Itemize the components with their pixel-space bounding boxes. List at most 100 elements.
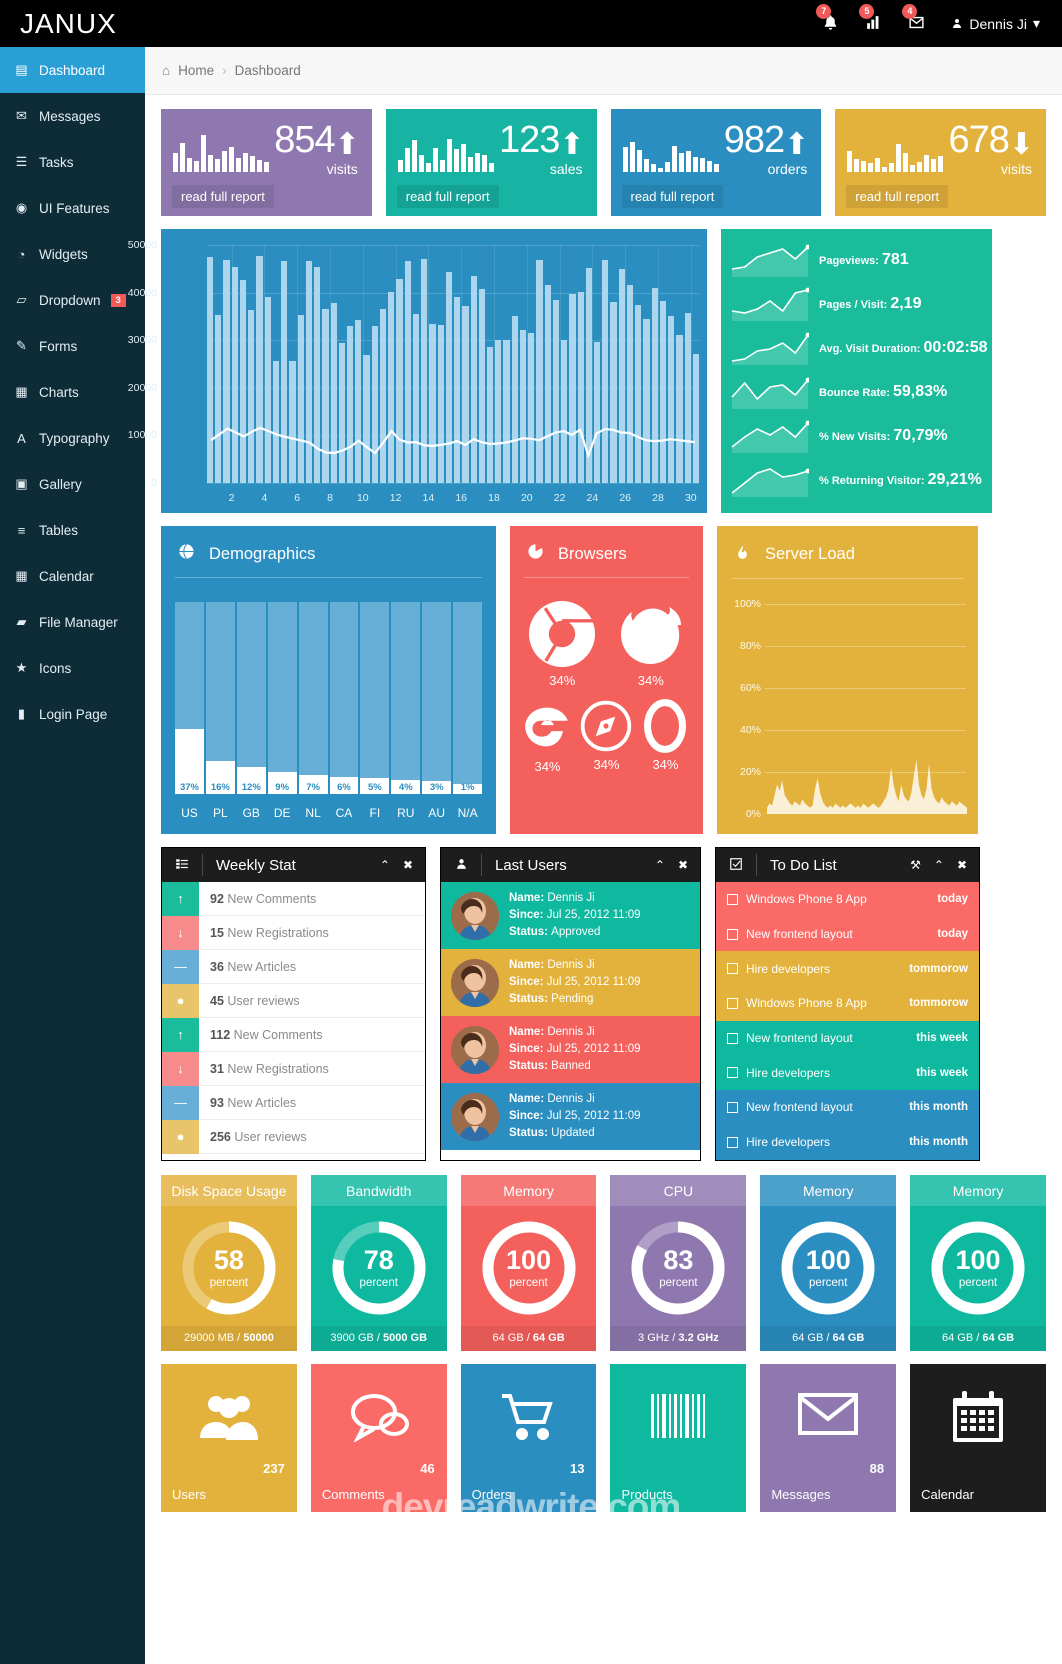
browser-item[interactable]: 34%	[518, 598, 607, 688]
user-name: Dennis Ji	[969, 15, 1027, 32]
server-load-chart: 0% 20% 40% 60% 80% 100%	[729, 598, 967, 824]
chart-badge: 5	[859, 3, 875, 19]
todo-row[interactable]: Hire developers tommorow	[716, 951, 979, 987]
last-user-row[interactable]: Name: Dennis Ji Since: Jul 25, 2012 11:09…	[441, 949, 700, 1016]
demographics-value: 7%	[306, 782, 320, 793]
breadcrumb-home[interactable]: Home	[178, 63, 214, 78]
tile-users[interactable]: 237 Users	[161, 1363, 297, 1512]
site-stat-text: % New Visits: 70,79%	[819, 427, 948, 445]
sidebar-item-dropdown[interactable]: ▱ Dropdown 3	[0, 277, 145, 323]
server-load-title: Server Load	[765, 545, 855, 563]
weekly-stat-label: User reviews	[223, 993, 300, 1008]
last-user-details: Name: Dennis Ji Since: Jul 25, 2012 11:09…	[509, 1024, 641, 1074]
tile-comments[interactable]: 46 Comments	[310, 1363, 447, 1512]
read-full-report-link[interactable]: read full report	[172, 185, 274, 208]
todo-list-header: To Do List ⚒ ⌃ ✖	[716, 848, 979, 882]
read-full-report-link[interactable]: read full report	[621, 185, 724, 208]
user-menu[interactable]: Dennis Ji ▾	[951, 15, 1040, 32]
collapse-icon[interactable]: ⌃	[380, 858, 390, 872]
weekly-stat-count: 31	[210, 1061, 224, 1076]
stat-value: 854	[274, 118, 335, 161]
sidebar-item-file-manager[interactable]: ▰ File Manager	[0, 599, 145, 645]
last-users-widget: Last Users ⌃ ✖ Name: Dennis Ji Since: Jul…	[440, 847, 701, 1161]
stat-card-sales-1[interactable]: 123⬆ sales read full report	[385, 109, 597, 216]
todo-row[interactable]: Hire developers this week	[716, 1055, 979, 1091]
todo-row[interactable]: New frontend layout today	[716, 916, 979, 952]
tile-products[interactable]: Products	[610, 1363, 747, 1512]
envelope-icon[interactable]: 4	[902, 3, 925, 34]
close-icon[interactable]: ✖	[957, 858, 967, 872]
sidebar-item-tables[interactable]: ≡ Tables	[0, 507, 145, 553]
widget-row: Weekly Stat ⌃ ✖ ↑ 92 New Comments ↓ 15 New …	[161, 847, 1046, 1161]
read-full-report-link[interactable]: read full report	[846, 185, 949, 208]
browser-item[interactable]: 34%	[518, 698, 577, 774]
browser-item[interactable]: 34%	[607, 598, 696, 688]
tile-calendar[interactable]: Calendar	[910, 1363, 1046, 1512]
demographics-bar: 37%	[175, 602, 204, 794]
sidebar-item-login-page[interactable]: ▮ Login Page	[0, 691, 145, 737]
sidebar-item-widgets[interactable]: ◔ Widgets	[0, 231, 145, 277]
todo-checkbox[interactable]	[727, 963, 738, 975]
avatar	[451, 891, 499, 940]
weekly-stat-text: 15 New Registrations	[199, 926, 329, 940]
read-full-report-link[interactable]: read full report	[396, 185, 499, 208]
chart-icon[interactable]: 5	[859, 3, 882, 34]
stat-card-orders-2[interactable]: 982⬆ orders read full report	[610, 109, 822, 216]
gauge-value: 78	[363, 1244, 394, 1275]
last-user-row[interactable]: Name: Dennis Ji Since: Jul 25, 2012 11:09…	[441, 1016, 700, 1083]
last-user-row[interactable]: Name: Dennis Ji Since: Jul 25, 2012 11:09…	[441, 882, 700, 949]
todo-checkbox[interactable]	[727, 928, 738, 940]
collapse-icon[interactable]: ⌃	[934, 858, 944, 872]
sparkline	[173, 124, 269, 172]
todo-checkbox[interactable]	[727, 1032, 738, 1044]
todo-row[interactable]: Windows Phone 8 App tommorow	[716, 986, 979, 1021]
main-visits-chart[interactable]: 0 10000 20000 30000 40000 50000 2 4 6 8 10 12 14 16 18…	[128, 229, 707, 513]
sidebar-item-dashboard[interactable]: ▤ Dashboard	[0, 47, 145, 93]
todo-checkbox[interactable]	[727, 997, 738, 1009]
weekly-stat-widget: Weekly Stat ⌃ ✖ ↑ 92 New Comments ↓ 15 New …	[161, 847, 426, 1161]
gauge-value: 100	[955, 1244, 1001, 1275]
x-axis-tick: 28	[652, 492, 664, 504]
browser-item[interactable]: 34%	[577, 698, 636, 774]
tile-row: 237 Users 46 Comments 13 Orders Products 88 Mess…	[161, 1363, 1046, 1512]
sidebar-item-icons[interactable]: ★ Icons	[0, 645, 145, 691]
sparkline	[847, 124, 944, 172]
site-stat-row: % New Visits: 70,79%	[721, 414, 992, 458]
sidebar-item-tasks[interactable]: ☰ Tasks	[0, 139, 145, 185]
todo-list-widget: To Do List ⚒ ⌃ ✖ Windows Phone 8 App toda…	[715, 847, 980, 1161]
todo-row[interactable]: New frontend layout this month	[716, 1090, 979, 1125]
stat-card-visits-0[interactable]: 854⬆ visits read full report	[161, 109, 372, 216]
server-y-tick: 0%	[745, 808, 761, 820]
todo-checkbox[interactable]	[727, 893, 738, 905]
todo-row[interactable]: Hire developers this month	[716, 1124, 979, 1160]
sidebar-item-messages[interactable]: ✉ Messages	[0, 93, 145, 139]
todo-checkbox[interactable]	[727, 1067, 738, 1079]
close-icon[interactable]: ✖	[678, 858, 688, 872]
last-user-row[interactable]: Name: Dennis Ji Since: Jul 25, 2012 11:09…	[441, 1083, 700, 1150]
tile-orders[interactable]: 13 Orders	[460, 1363, 597, 1512]
status-label: Status:	[509, 1126, 552, 1139]
browser-item[interactable]: 34%	[636, 698, 695, 774]
collapse-icon[interactable]: ⌃	[655, 858, 665, 872]
todo-row[interactable]: New frontend layout this week	[716, 1020, 979, 1056]
stat-card-visits-3[interactable]: 678⬇ visits read full report	[835, 109, 1046, 216]
sidebar-item-ui-features[interactable]: ◉ UI Features	[0, 185, 145, 231]
sidebar-item-calendar[interactable]: ▦ Calendar	[0, 553, 145, 599]
lock-icon: ▮	[17, 706, 26, 721]
last-user-status: Banned	[551, 1059, 591, 1072]
settings-icon[interactable]: ⚒	[910, 858, 921, 872]
todo-row[interactable]: Windows Phone 8 App today	[716, 882, 979, 917]
brand-logo[interactable]: JANUX	[0, 8, 145, 40]
bell-icon[interactable]: 7	[816, 3, 839, 34]
tile-messages[interactable]: 88 Messages	[760, 1363, 897, 1512]
tile-label: Products	[621, 1486, 673, 1502]
site-stat-label: Pages / Visit:	[819, 299, 891, 311]
todo-checkbox[interactable]	[727, 1136, 738, 1148]
todo-task: New frontend layout	[746, 1100, 853, 1115]
todo-due: this week	[916, 1032, 968, 1045]
close-icon[interactable]: ✖	[403, 858, 413, 872]
weekly-stat-row: ↑ 112 New Comments	[162, 1017, 425, 1052]
x-axis-tick: 10	[356, 492, 369, 504]
breadcrumb-separator: ›	[222, 63, 227, 78]
todo-checkbox[interactable]	[727, 1101, 738, 1113]
